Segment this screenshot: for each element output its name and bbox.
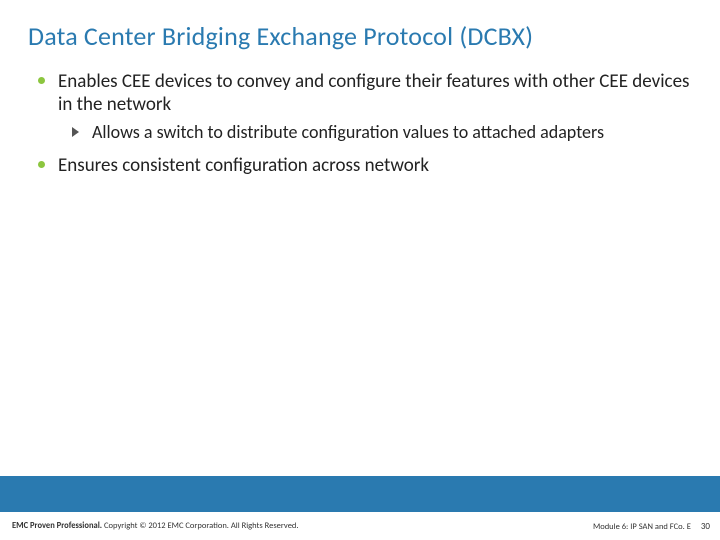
page-number: 30: [701, 521, 710, 532]
footer-left: EMC Proven Professional. Copyright © 201…: [12, 521, 299, 531]
footer-accent-bar: [0, 476, 720, 512]
slide-title: Data Center Bridging Exchange Protocol (…: [0, 0, 720, 52]
footer-brand: EMC Proven Professional.: [12, 521, 102, 531]
bullet-level1: Ensures consistent configuration across …: [42, 154, 692, 177]
bullet-text: Allows a switch to distribute configurat…: [92, 121, 604, 143]
bullet-dot-icon: [38, 161, 45, 168]
bullet-level2: Allows a switch to distribute configurat…: [42, 122, 692, 144]
bullet-text: Ensures consistent configuration across …: [58, 154, 429, 177]
bullet-text: Enables CEE devices to convey and config…: [58, 70, 689, 116]
footer-right: Module 6: IP SAN and FCo. E 30: [593, 521, 710, 532]
footer: EMC Proven Professional. Copyright © 201…: [0, 512, 720, 540]
slide-content: Enables CEE devices to convey and config…: [0, 52, 720, 177]
slide: Data Center Bridging Exchange Protocol (…: [0, 0, 720, 540]
bullet-triangle-icon: [72, 127, 79, 137]
bullet-level1: Enables CEE devices to convey and config…: [42, 70, 692, 116]
footer-module: Module 6: IP SAN and FCo. E: [593, 522, 691, 532]
footer-copyright: Copyright © 2012 EMC Corporation. All Ri…: [102, 521, 298, 531]
bullet-dot-icon: [38, 77, 45, 84]
